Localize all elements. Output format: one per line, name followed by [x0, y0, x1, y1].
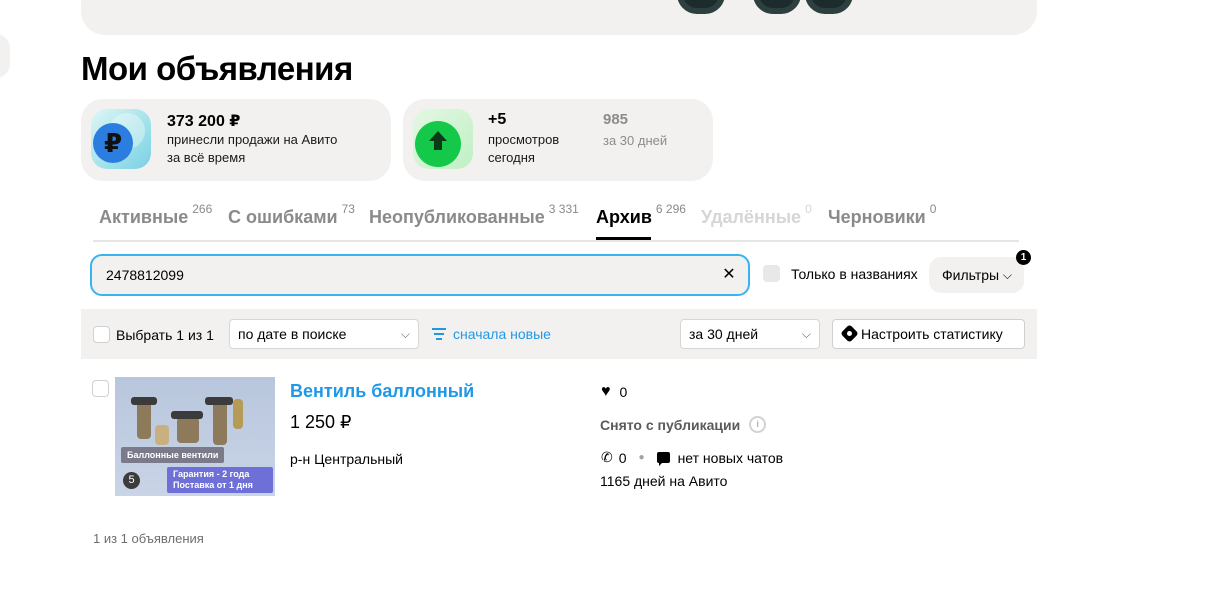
revenue-caption: принесли продажи на Авито [167, 132, 338, 147]
chevron-down-icon: ⌵ [801, 327, 811, 341]
select-all-checkbox[interactable] [93, 326, 110, 343]
tab-drafts[interactable]: Черновики 0 [828, 202, 936, 228]
chevron-down-icon: ⌵ [400, 327, 410, 341]
select-all-control[interactable]: Выбрать 1 из 1 [93, 326, 214, 343]
chevron-down-icon: ⌵ [1002, 268, 1012, 282]
listing-title-link[interactable]: Вентиль баллонный [290, 381, 474, 402]
ruble-icon: ₽ [91, 109, 151, 169]
sort-icon [432, 328, 446, 340]
filters-label: Фильтры [942, 267, 1000, 283]
title-only-checkbox[interactable] [763, 265, 780, 282]
views-today-value: +5 [488, 111, 507, 128]
tab-errors[interactable]: С ошибками 73 [228, 202, 355, 228]
list-toolbar: Выбрать 1 из 1 по дате в поиске ⌵ сначал… [81, 309, 1037, 359]
chats-status[interactable]: нет новых чатов [678, 450, 784, 466]
filters-count-badge: 1 [1016, 250, 1031, 265]
close-icon[interactable]: ✕ [720, 266, 738, 284]
tab-archive[interactable]: Архив 6 296 [596, 202, 686, 228]
phone-icon: ✆ [601, 449, 613, 465]
views-caption-period: сегодня [488, 150, 535, 165]
title-only-toggle[interactable]: Только в названиях [763, 265, 918, 282]
listing-status: Снято с публикации i [600, 416, 767, 433]
listing-location: р-н Центральный [290, 451, 404, 467]
configure-stats-label: Настроить статистику [861, 326, 1003, 342]
photo-count-badge: 5 [123, 472, 140, 489]
views-caption: просмотров [488, 132, 560, 147]
chat-icon [656, 452, 670, 466]
gear-icon [840, 324, 859, 343]
listing-contacts: ✆ 0 ● нет новых чатов [601, 449, 783, 466]
wheel-image [677, 0, 725, 14]
calls-count: 0 [618, 449, 627, 466]
search-input[interactable] [106, 264, 706, 286]
configure-stats-button[interactable]: Настроить статистику [832, 319, 1025, 349]
heart-icon: ♥ [601, 383, 611, 400]
listing-checkbox[interactable] [92, 380, 109, 397]
listing-age: 1165 дней на Авито [600, 473, 728, 489]
sort-select-value: по дате в поиске [238, 326, 347, 342]
search-field[interactable]: ✕ [90, 254, 750, 296]
sort-order-label: сначала новые [453, 326, 551, 342]
side-handle[interactable] [0, 34, 10, 78]
listing-price: 1 250 ₽ [290, 412, 352, 432]
page-title: Мои объявления [81, 50, 353, 87]
arrow-up-icon [413, 109, 473, 169]
status-label: Снято с публикации [600, 416, 741, 433]
views-stat-card: +5 просмотров сегодня 985 за 30 дней [403, 99, 713, 181]
photo-tag: Баллонные вентили [121, 447, 225, 463]
sort-order-toggle[interactable]: сначала новые [432, 326, 551, 342]
views-total-value: 985 [603, 111, 629, 128]
active-tab-indicator [596, 237, 651, 240]
favorites-value: 0 [619, 384, 628, 400]
promo-banner[interactable] [81, 0, 1037, 35]
sort-select[interactable]: по дате в поиске ⌵ [229, 319, 419, 349]
revenue-value: 373 200 ₽ [167, 113, 241, 130]
period-select-value: за 30 дней [689, 326, 759, 342]
favorites-count: ♥ 0 [601, 383, 627, 401]
revenue-caption-period: за всё время [167, 150, 246, 165]
results-count: 1 из 1 объявления [93, 531, 204, 546]
listing-photo[interactable]: Баллонные вентили Гарантия - 2 года Пост… [115, 377, 275, 496]
select-all-label: Выбрать 1 из 1 [116, 326, 214, 343]
tab-deleted[interactable]: Удалённые 0 [701, 202, 812, 228]
listing-tabs: Активные 266 С ошибками 73 Неопубликованны… [93, 200, 1019, 242]
revenue-stat-card: ₽ 373 200 ₽ принесли продажи на Авито за… [81, 99, 391, 181]
title-only-label: Только в названиях [791, 265, 918, 282]
separator-dot: ● [638, 452, 645, 463]
tab-active[interactable]: Активные 266 [99, 202, 212, 228]
period-select[interactable]: за 30 дней ⌵ [680, 319, 820, 349]
wheel-image [805, 0, 853, 14]
info-icon[interactable]: i [749, 416, 767, 433]
photo-promo-tag: Гарантия - 2 года Поставка от 1 дня [167, 467, 273, 493]
wheel-image [753, 0, 801, 14]
views-total-period: за 30 дней [603, 133, 668, 148]
tab-unpublished[interactable]: Неопубликованные 3 331 [369, 202, 579, 228]
filters-button[interactable]: Фильтры ⌵ [929, 257, 1024, 293]
